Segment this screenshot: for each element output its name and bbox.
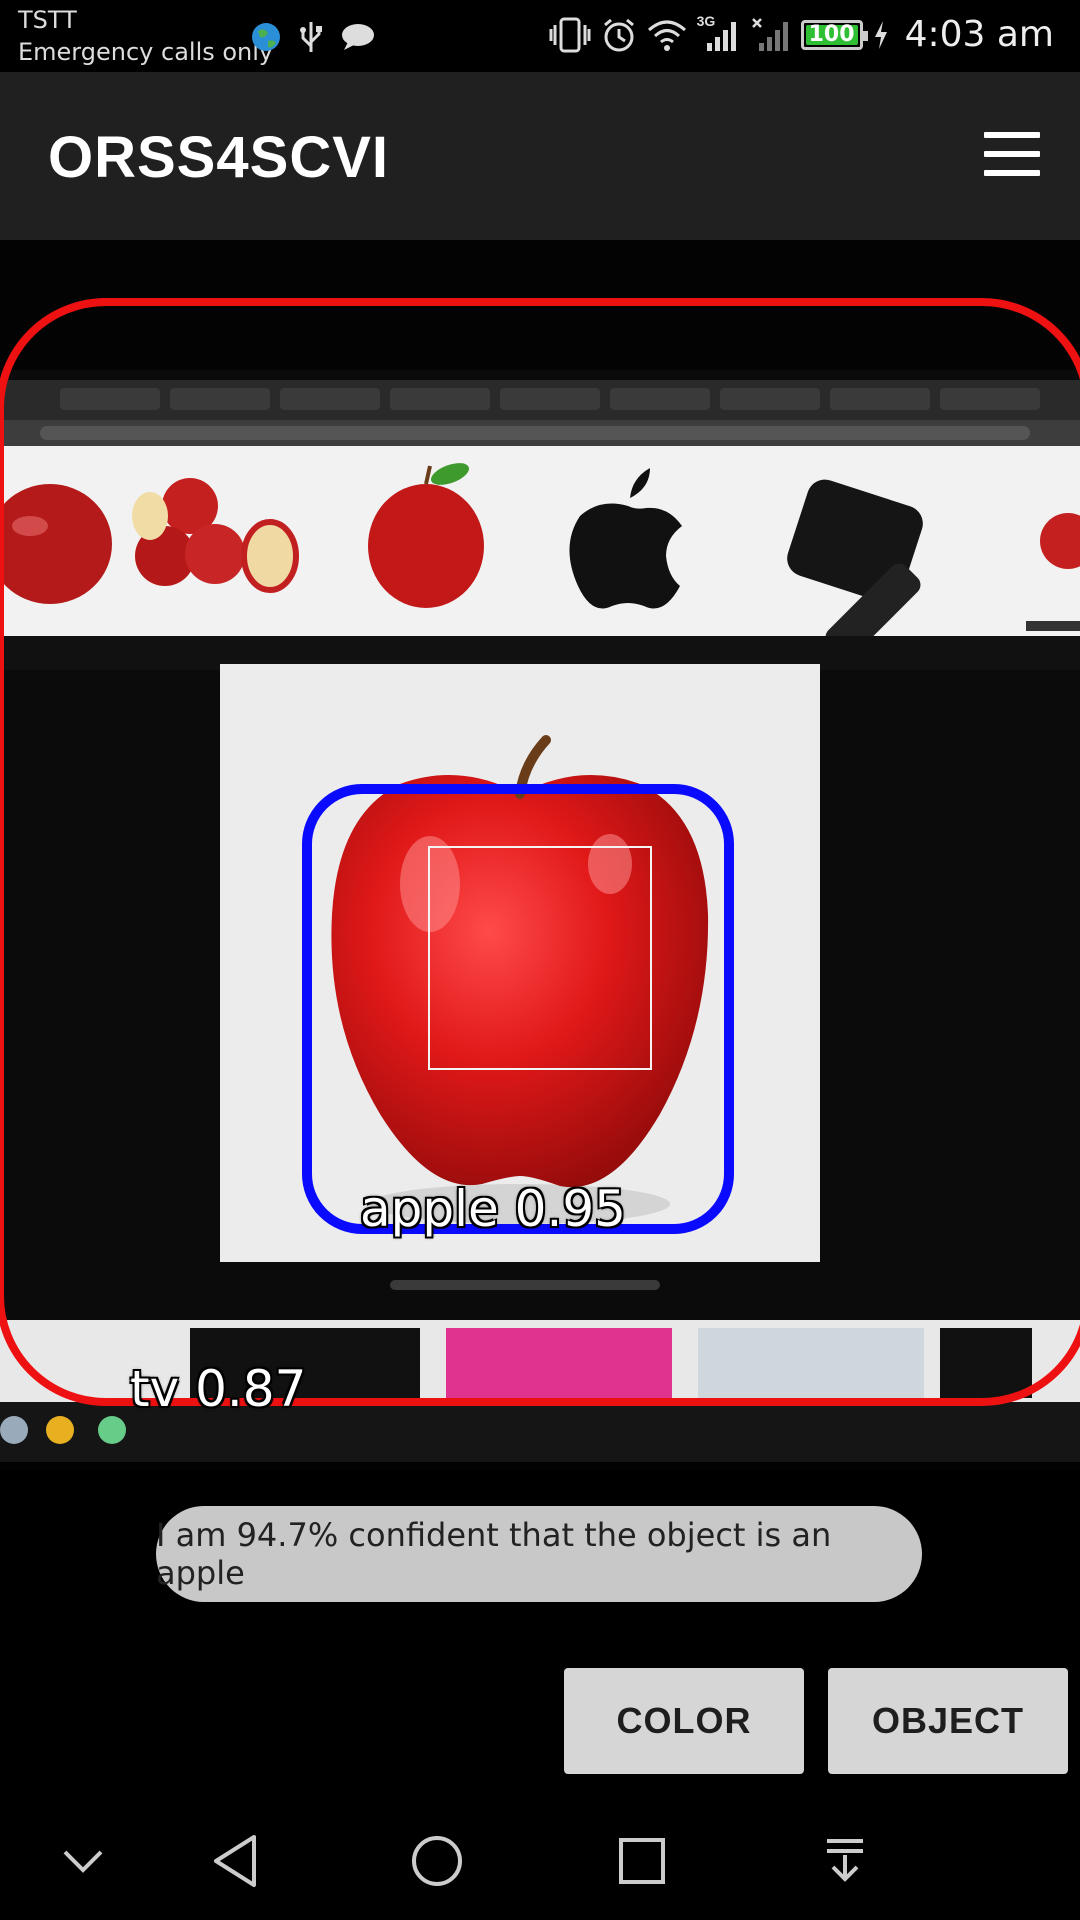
- focus-region: [428, 846, 652, 1070]
- recents-icon[interactable]: [607, 1826, 677, 1896]
- system-status-icons: 3G 100 4:03 am: [549, 13, 1054, 55]
- app-bar: ORSS4SCVI: [0, 72, 1080, 240]
- color-button-label: COLOR: [616, 1700, 752, 1741]
- vibrate-icon: [549, 17, 591, 52]
- charging-icon: [874, 20, 887, 49]
- apple-detection-label: apple 0.95: [360, 1180, 626, 1238]
- globe-icon: [252, 23, 280, 51]
- confidence-toast: I am 94.7% confident that the object is …: [156, 1506, 922, 1602]
- tv-detection-label: tv 0.87: [130, 1360, 307, 1418]
- no-signal-icon: [751, 17, 788, 51]
- color-button[interactable]: COLOR: [564, 1668, 804, 1774]
- carrier-status: Emergency calls only: [18, 38, 274, 66]
- hamburger-menu-icon[interactable]: [984, 132, 1040, 176]
- carrier-name: TSTT: [18, 6, 77, 34]
- alarm-icon: [603, 18, 634, 51]
- object-button[interactable]: OBJECT: [828, 1668, 1068, 1774]
- battery-level: 100: [808, 22, 855, 47]
- battery-icon: 100: [800, 19, 868, 50]
- signal-icon: 3G: [697, 13, 741, 53]
- back-icon[interactable]: [200, 1826, 270, 1896]
- home-icon[interactable]: [402, 1826, 472, 1896]
- object-button-label: OBJECT: [871, 1700, 1025, 1741]
- message-icon: [342, 24, 374, 50]
- navigation-bar: [0, 1800, 1080, 1920]
- usb-icon: [300, 22, 322, 52]
- app-title: ORSS4SCVI: [48, 125, 389, 190]
- notification-icons: [250, 20, 376, 54]
- wifi-icon: [647, 20, 686, 51]
- clock: 4:03 am: [904, 14, 1054, 55]
- chevron-down-icon[interactable]: [48, 1826, 118, 1896]
- notification-pull-icon[interactable]: [810, 1826, 880, 1896]
- toast-text: I am 94.7% confident that the object is …: [156, 1516, 832, 1592]
- status-bar: TSTT Emergency calls only 3G 100 4:03 am: [0, 0, 1080, 72]
